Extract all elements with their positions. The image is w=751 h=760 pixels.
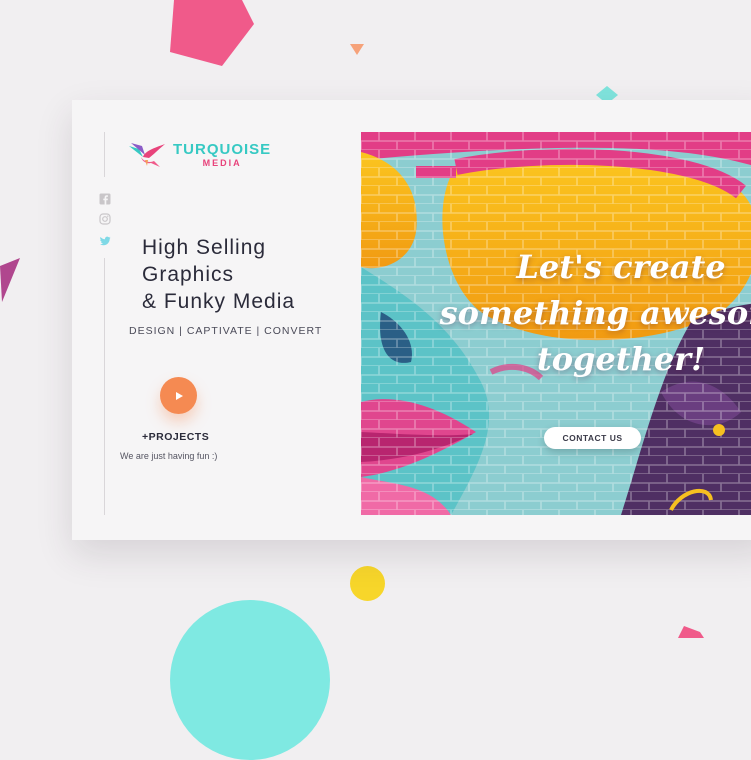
hero-line-1: Let's create xyxy=(516,248,726,286)
bird-logo-icon xyxy=(129,143,165,167)
headline-line-3: & Funky Media xyxy=(142,290,296,313)
pink-corner-shape xyxy=(678,626,704,638)
contact-us-button[interactable]: CONTACT US xyxy=(544,427,641,449)
purple-triangle-shape xyxy=(0,258,20,302)
facebook-icon[interactable] xyxy=(99,193,111,205)
pink-pentagon-shape xyxy=(170,0,254,66)
divider-line-bottom xyxy=(104,258,105,515)
projects-link[interactable]: +PROJECTS xyxy=(142,431,209,443)
headline-line-2: Graphics xyxy=(142,263,235,286)
tagline: DESIGN | CAPTIVATE | CONVERT xyxy=(129,325,323,337)
headline-line-1: High Selling xyxy=(142,236,267,259)
instagram-icon[interactable] xyxy=(99,213,111,225)
hero-card: TURQUOISE MEDIA High Selling Graphics & … xyxy=(72,100,751,540)
hero-line-3: together! xyxy=(536,340,706,378)
brand-name: TURQUOISE xyxy=(173,141,272,158)
hero-heading: Let's create something awesome together! xyxy=(411,244,751,382)
logo[interactable]: TURQUOISE MEDIA xyxy=(127,140,271,170)
yellow-circle-shape xyxy=(350,566,385,601)
projects-caption: We are just having fun :) xyxy=(120,451,218,461)
play-button[interactable] xyxy=(160,377,197,414)
hero-image: Let's create something awesome together!… xyxy=(361,132,751,515)
orange-triangle-shape xyxy=(350,44,364,55)
play-icon xyxy=(175,391,183,400)
headline: High Selling Graphics & Funky Media xyxy=(142,234,295,315)
twitter-icon[interactable] xyxy=(99,235,111,247)
divider-line-top xyxy=(104,132,105,177)
teal-semicircle-shape xyxy=(170,600,330,760)
hero-line-2: something awesome xyxy=(439,294,751,332)
brand-subtitle: MEDIA xyxy=(202,158,242,168)
